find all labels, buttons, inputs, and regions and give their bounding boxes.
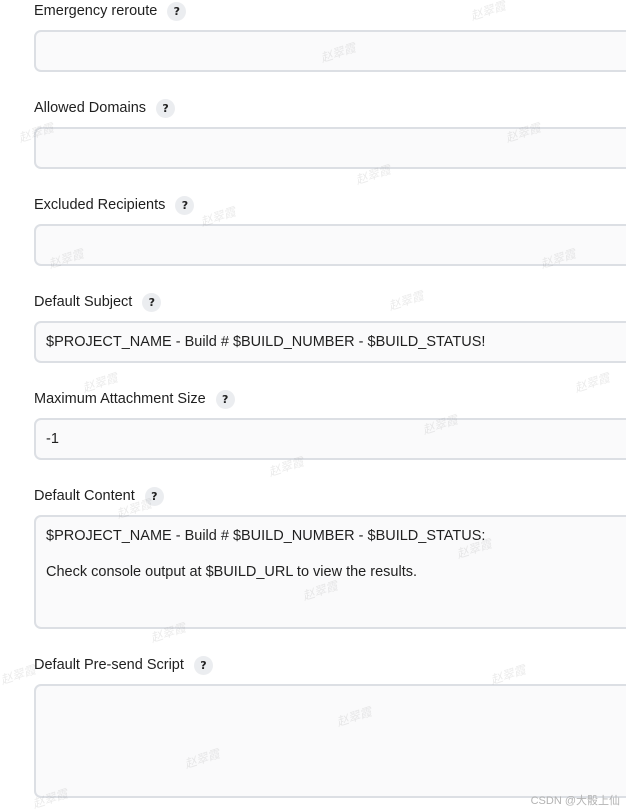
emergency-reroute-label: Emergency reroute	[34, 3, 158, 19]
default-content-textarea[interactable]: $PROJECT_NAME - Build # $BUILD_NUMBER - …	[34, 515, 626, 629]
excluded-recipients-label-row: Excluded Recipients ?	[34, 194, 195, 216]
default-subject-label-row: Default Subject ?	[34, 291, 162, 313]
allowed-domains-label-row: Allowed Domains ?	[34, 97, 176, 119]
help-icon[interactable]: ?	[142, 292, 162, 312]
watermark: 赵翠霞	[386, 288, 426, 314]
default-content-line: Check console output at $BUILD_URL to vi…	[46, 564, 418, 580]
emergency-reroute-input[interactable]	[34, 30, 626, 72]
help-icon[interactable]: ?	[144, 486, 164, 506]
jenkins-email-config-form: Emergency reroute ? Allowed Domains ? Ex…	[0, 0, 626, 812]
max-attachment-size-input[interactable]: -1	[34, 418, 626, 460]
help-icon[interactable]: ?	[156, 98, 176, 118]
default-content-line: $PROJECT_NAME - Build # $BUILD_NUMBER - …	[46, 528, 486, 544]
excluded-recipients-input[interactable]	[34, 224, 626, 266]
help-icon[interactable]: ?	[167, 1, 187, 21]
help-icon[interactable]: ?	[175, 195, 195, 215]
emergency-reroute-label-row: Emergency reroute ?	[34, 0, 187, 22]
watermark: 赵翠霞	[0, 662, 38, 688]
allowed-domains-label: Allowed Domains	[34, 100, 147, 116]
max-attachment-size-label: Maximum Attachment Size	[34, 391, 206, 407]
help-icon[interactable]: ?	[193, 655, 213, 675]
csdn-credit: CSDN @大骰上仙	[530, 795, 620, 807]
watermark: 赵翠霞	[468, 0, 508, 24]
allowed-domains-input[interactable]	[34, 127, 626, 169]
default-subject-input[interactable]: $PROJECT_NAME - Build # $BUILD_NUMBER - …	[34, 321, 626, 363]
default-subject-label: Default Subject	[34, 294, 133, 310]
default-presend-script-label: Default Pre-send Script	[34, 657, 184, 673]
max-attachment-size-label-row: Maximum Attachment Size ?	[34, 388, 235, 410]
default-content-label: Default Content	[34, 488, 135, 504]
default-presend-script-label-row: Default Pre-send Script ?	[34, 654, 213, 676]
default-presend-script-textarea[interactable]	[34, 684, 626, 798]
help-icon[interactable]: ?	[215, 389, 235, 409]
default-content-label-row: Default Content ?	[34, 485, 164, 507]
watermark: 赵翠霞	[572, 370, 612, 396]
excluded-recipients-label: Excluded Recipients	[34, 197, 166, 213]
